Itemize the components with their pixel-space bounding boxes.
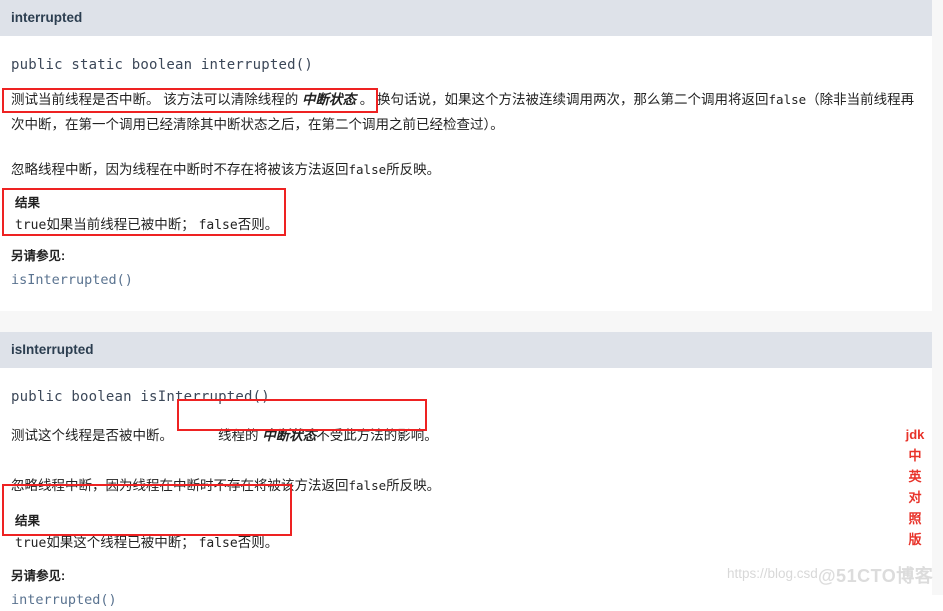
note-paragraph-isinterrupted: 忽略线程中断，因为线程在中断时不存在将被该方法返回false所反映。 (11, 473, 921, 498)
desc-code-false: false (768, 92, 807, 108)
desc-text-rest-a: 换句话说，如果这个方法被连续调用两次，那么第二个调用将返回 (373, 92, 769, 108)
section-title: interrupted (11, 10, 83, 25)
document-page: interrupted public static boolean interr… (0, 0, 932, 608)
description-paragraph-interrupted: 测试当前线程是否中断。 该方法可以清除线程的 中断状态 。 换句话说，如果这个方… (11, 87, 921, 137)
result-code-true: true (15, 536, 47, 552)
desc-italic-state: 中断状态 (302, 92, 357, 108)
method-signature-isinterrupted: public boolean isInterrupted() (11, 389, 270, 406)
result-label: 结果 (15, 196, 41, 211)
result-value: true如果这个线程已被中断； false否则。 (11, 530, 921, 557)
result-text-mid: 如果当前线程已被中断； (46, 217, 195, 233)
desc-box-italic-state: 中断状态 (262, 428, 317, 444)
brand-vertical-text: jdk 中 英 对 照 版 (904, 424, 926, 550)
brand-line-2: 英 (908, 469, 922, 484)
note-text-b: 所反映。 (386, 478, 441, 494)
result-code-false: false (198, 536, 238, 552)
note-text-b: 所反映。 (386, 162, 441, 178)
result-label: 结果 (15, 514, 41, 529)
description-paragraph-isinterrupted: 测试这个线程是否被中断。 线程的 中断状态不受此方法的影响。 (11, 423, 921, 448)
result-block-isinterrupted: 结果 true如果这个线程已被中断； false否则。 (11, 512, 921, 557)
brand-line-4: 照 (908, 511, 922, 526)
desc-text-part2: 。 (356, 92, 374, 108)
brand-line-1: 中 (908, 448, 922, 463)
note-text-a: 忽略线程中断，因为线程在中断时不存在将被该方法返回 (11, 162, 349, 178)
note-text-a: 忽略线程中断，因为线程在中断时不存在将被该方法返回 (11, 478, 349, 494)
desc-lead-text: 测试这个线程是否被中断。 (11, 428, 173, 444)
section-header-isinterrupted: isInterrupted (0, 332, 932, 369)
see-also-label-isinterrupted: 另请参见: (11, 569, 66, 584)
note-code-false: false (348, 162, 387, 178)
result-block-interrupted: 结果 true如果当前线程已被中断； false否则。 (11, 194, 921, 239)
result-code-false: false (198, 218, 238, 234)
result-text-end: 否则。 (237, 535, 279, 551)
method-signature-interrupted: public static boolean interrupted() (11, 57, 314, 74)
note-code-false: false (348, 478, 387, 494)
section-title: isInterrupted (11, 342, 94, 358)
brand-line-0: jdk (905, 427, 925, 442)
section-body-isinterrupted: public boolean isInterrupted() 测试这个线程是否被… (0, 368, 932, 611)
section-divider-gap (0, 311, 932, 333)
section-header-interrupted: interrupted (0, 0, 932, 37)
page-gutter-strip (932, 0, 943, 595)
desc-box-text-b: 不受此方法的影响。 (316, 428, 438, 444)
result-code-true: true (15, 218, 47, 234)
see-also-link-isinterrupted[interactable]: isInterrupted() (11, 269, 133, 291)
result-value: true如果当前线程已被中断； false否则。 (11, 212, 921, 239)
desc-text-part1: 测试当前线程是否中断。 该方法可以清除线程的 (11, 92, 303, 108)
see-also-label-interrupted: 另请参见: (11, 249, 66, 264)
note-paragraph-interrupted: 忽略线程中断，因为线程在中断时不存在将被该方法返回false所反映。 (11, 157, 921, 182)
brand-line-3: 对 (908, 490, 922, 505)
section-body-interrupted: public static boolean interrupted() 测试当前… (0, 36, 932, 291)
see-also-link-interrupted[interactable]: interrupted() (11, 589, 117, 611)
brand-line-5: 版 (908, 532, 922, 547)
result-text-end: 否则。 (237, 217, 279, 233)
result-text-mid: 如果这个线程已被中断； (46, 535, 195, 551)
desc-box-text-a: 线程的 (218, 428, 263, 444)
